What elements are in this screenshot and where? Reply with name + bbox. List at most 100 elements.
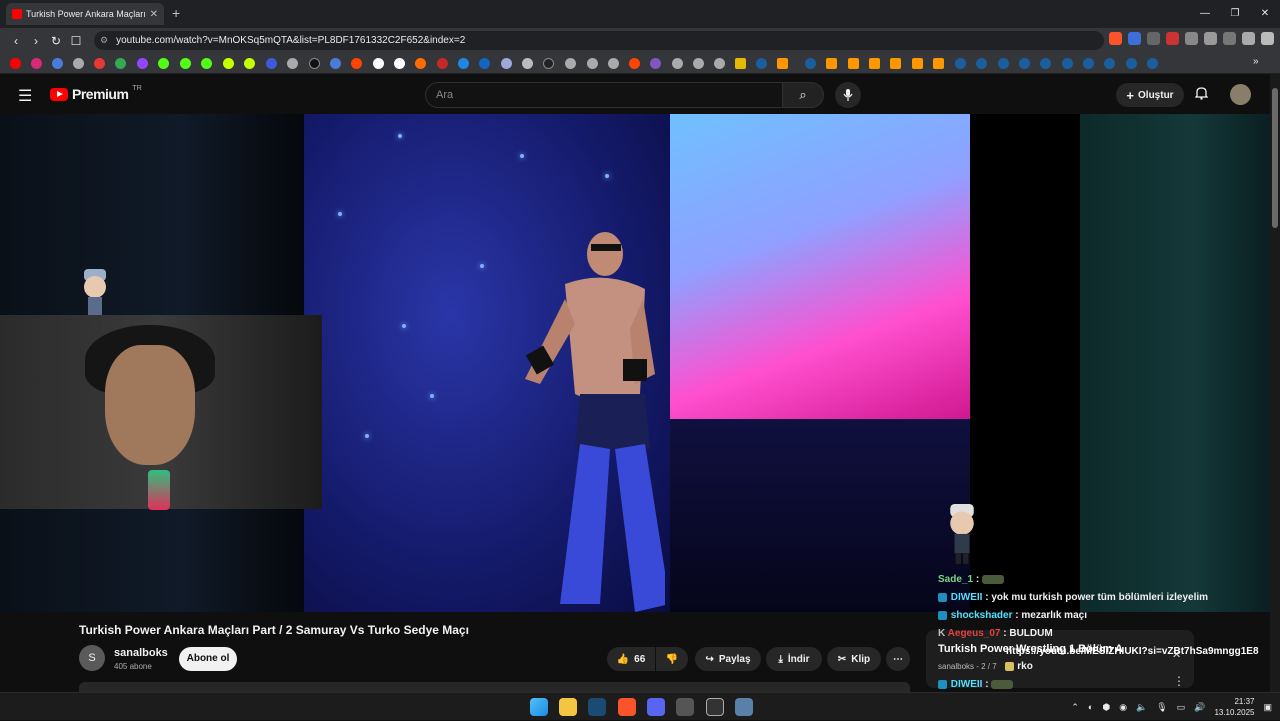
app-icon[interactable] xyxy=(706,698,724,716)
bookmark-icon[interactable] xyxy=(201,58,212,69)
page-scrollbar[interactable] xyxy=(1270,74,1280,692)
bookmark-icon[interactable] xyxy=(158,58,169,69)
reload-button[interactable]: ↻ xyxy=(46,34,66,48)
site-settings-icon[interactable]: ⚙ xyxy=(100,35,108,46)
bookmark-icon[interactable] xyxy=(1062,58,1073,69)
bookmark-icon[interactable] xyxy=(1126,58,1137,69)
tray-volume-icon[interactable]: 🔈 xyxy=(1136,702,1147,713)
more-actions-button[interactable]: ⋯ xyxy=(886,647,910,671)
bookmark-icon[interactable] xyxy=(1083,58,1094,69)
youtube-logo[interactable]: Premium TR xyxy=(50,85,142,102)
bookmark-icon[interactable] xyxy=(394,58,405,69)
bookmark-icon[interactable] xyxy=(565,58,576,69)
notifications-icon[interactable]: ▣ xyxy=(1263,702,1272,713)
bookmark-icon[interactable] xyxy=(976,58,987,69)
bookmark-icon[interactable] xyxy=(587,58,598,69)
like-button[interactable]: 👍 66 xyxy=(607,647,655,671)
tab-close-icon[interactable]: ✕ xyxy=(150,9,158,20)
bookmark-icon[interactable] xyxy=(955,58,966,69)
tray-speaker-icon[interactable]: 🔊 xyxy=(1194,702,1205,713)
bookmark-icon[interactable] xyxy=(330,58,341,69)
bookmark-icon[interactable] xyxy=(415,58,426,69)
bookmark-icon[interactable] xyxy=(437,58,448,69)
playlist-more-icon[interactable]: ⋮ xyxy=(1173,674,1185,688)
bookmark-button[interactable]: ☐ xyxy=(66,34,86,48)
bookmark-icon[interactable] xyxy=(244,58,255,69)
video-player[interactable] xyxy=(0,114,1270,612)
bookmark-icon[interactable] xyxy=(115,58,126,69)
bookmark-icon[interactable] xyxy=(826,58,837,69)
url-field[interactable]: ⚙ youtube.com/watch?v=MnOKSq5mQTA&list=P… xyxy=(94,31,1104,50)
bookmark-icon[interactable] xyxy=(933,58,944,69)
bookmark-icon[interactable] xyxy=(693,58,704,69)
bookmark-icon[interactable] xyxy=(543,58,554,69)
bookmark-icon[interactable] xyxy=(180,58,191,69)
bookmark-icon[interactable] xyxy=(608,58,619,69)
tray-app-icon[interactable]: ⬢ xyxy=(1102,702,1110,713)
bookmark-icon[interactable] xyxy=(672,58,683,69)
bookmark-icon[interactable] xyxy=(479,58,490,69)
bookmark-icon[interactable] xyxy=(73,58,84,69)
bookmark-icon[interactable] xyxy=(373,58,384,69)
maximize-button[interactable]: ❐ xyxy=(1220,0,1250,28)
notifications-bell-icon[interactable] xyxy=(1194,86,1209,103)
bookmark-icon[interactable] xyxy=(1040,58,1051,69)
bookmark-icon[interactable] xyxy=(912,58,923,69)
mic-icon[interactable] xyxy=(835,82,861,108)
tray-app-icon[interactable]: ◐ xyxy=(1088,702,1093,712)
bookmark-icon[interactable] xyxy=(848,58,859,69)
bookmark-icon[interactable] xyxy=(10,58,21,69)
tray-steam-icon[interactable]: ◉ xyxy=(1119,702,1127,713)
tray-network-icon[interactable]: ▭ xyxy=(1177,702,1186,713)
bookmark-icon[interactable] xyxy=(998,58,1009,69)
system-clock[interactable]: 21:37 13.10.2025 xyxy=(1214,696,1254,718)
file-explorer-icon[interactable] xyxy=(559,698,577,716)
music-icon[interactable] xyxy=(1242,32,1255,45)
account-avatar[interactable] xyxy=(1230,84,1251,105)
minimize-button[interactable]: — xyxy=(1190,0,1220,28)
bookmark-icon[interactable] xyxy=(94,58,105,69)
download-button[interactable]: ⤓ İndir xyxy=(766,647,822,671)
puzzle-icon[interactable] xyxy=(1204,32,1217,45)
bookmark-icon[interactable] xyxy=(266,58,277,69)
browser-tab[interactable]: Turkish Power Ankara Maçları ✕ xyxy=(6,3,164,25)
new-tab-button[interactable]: + xyxy=(172,5,180,21)
bookmark-icon[interactable] xyxy=(137,58,148,69)
channel-name[interactable]: sanalboks xyxy=(114,647,168,659)
steam-icon[interactable] xyxy=(588,698,606,716)
app-icon[interactable] xyxy=(735,698,753,716)
more-bookmarks-icon[interactable]: » xyxy=(1253,56,1259,67)
tray-expand-icon[interactable]: ⌃ xyxy=(1071,702,1079,713)
app-icon[interactable] xyxy=(676,698,694,716)
bookmark-icon[interactable] xyxy=(777,58,788,69)
discord-icon[interactable] xyxy=(647,698,665,716)
bookmark-icon[interactable] xyxy=(501,58,512,69)
dislike-button[interactable]: 👎 xyxy=(656,647,688,671)
brave-browser-icon[interactable] xyxy=(618,698,636,716)
hamburger-menu-icon[interactable]: ☰ xyxy=(18,86,32,106)
back-button[interactable]: ‹ xyxy=(6,34,26,48)
bookmark-icon[interactable] xyxy=(1147,58,1158,69)
bookmark-icon[interactable] xyxy=(1104,58,1115,69)
menu-icon[interactable] xyxy=(1261,32,1274,45)
bookmark-icon[interactable] xyxy=(756,58,767,69)
sidebar-icon[interactable] xyxy=(1223,32,1236,45)
bookmark-icon[interactable] xyxy=(890,58,901,69)
bookmark-icon[interactable] xyxy=(31,58,42,69)
search-input[interactable]: Ara xyxy=(425,82,783,108)
bookmark-icon[interactable] xyxy=(629,58,640,69)
close-window-button[interactable]: ✕ xyxy=(1250,0,1280,28)
bookmark-icon[interactable] xyxy=(650,58,661,69)
bookmark-icon[interactable] xyxy=(522,58,533,69)
bookmark-icon[interactable] xyxy=(869,58,880,69)
extension-icon[interactable] xyxy=(1128,32,1141,45)
bookmark-icon[interactable] xyxy=(52,58,63,69)
forward-button[interactable]: › xyxy=(26,34,46,48)
share-button[interactable]: ↪ Paylaş xyxy=(695,647,761,671)
bookmark-icon[interactable] xyxy=(223,58,234,69)
tray-mic-icon[interactable]: 🎙 xyxy=(1156,702,1167,713)
extension-icon[interactable] xyxy=(1147,32,1160,45)
clip-button[interactable]: ✂ Klip xyxy=(827,647,881,671)
bookmark-icon[interactable] xyxy=(458,58,469,69)
bookmark-icon[interactable] xyxy=(351,58,362,69)
